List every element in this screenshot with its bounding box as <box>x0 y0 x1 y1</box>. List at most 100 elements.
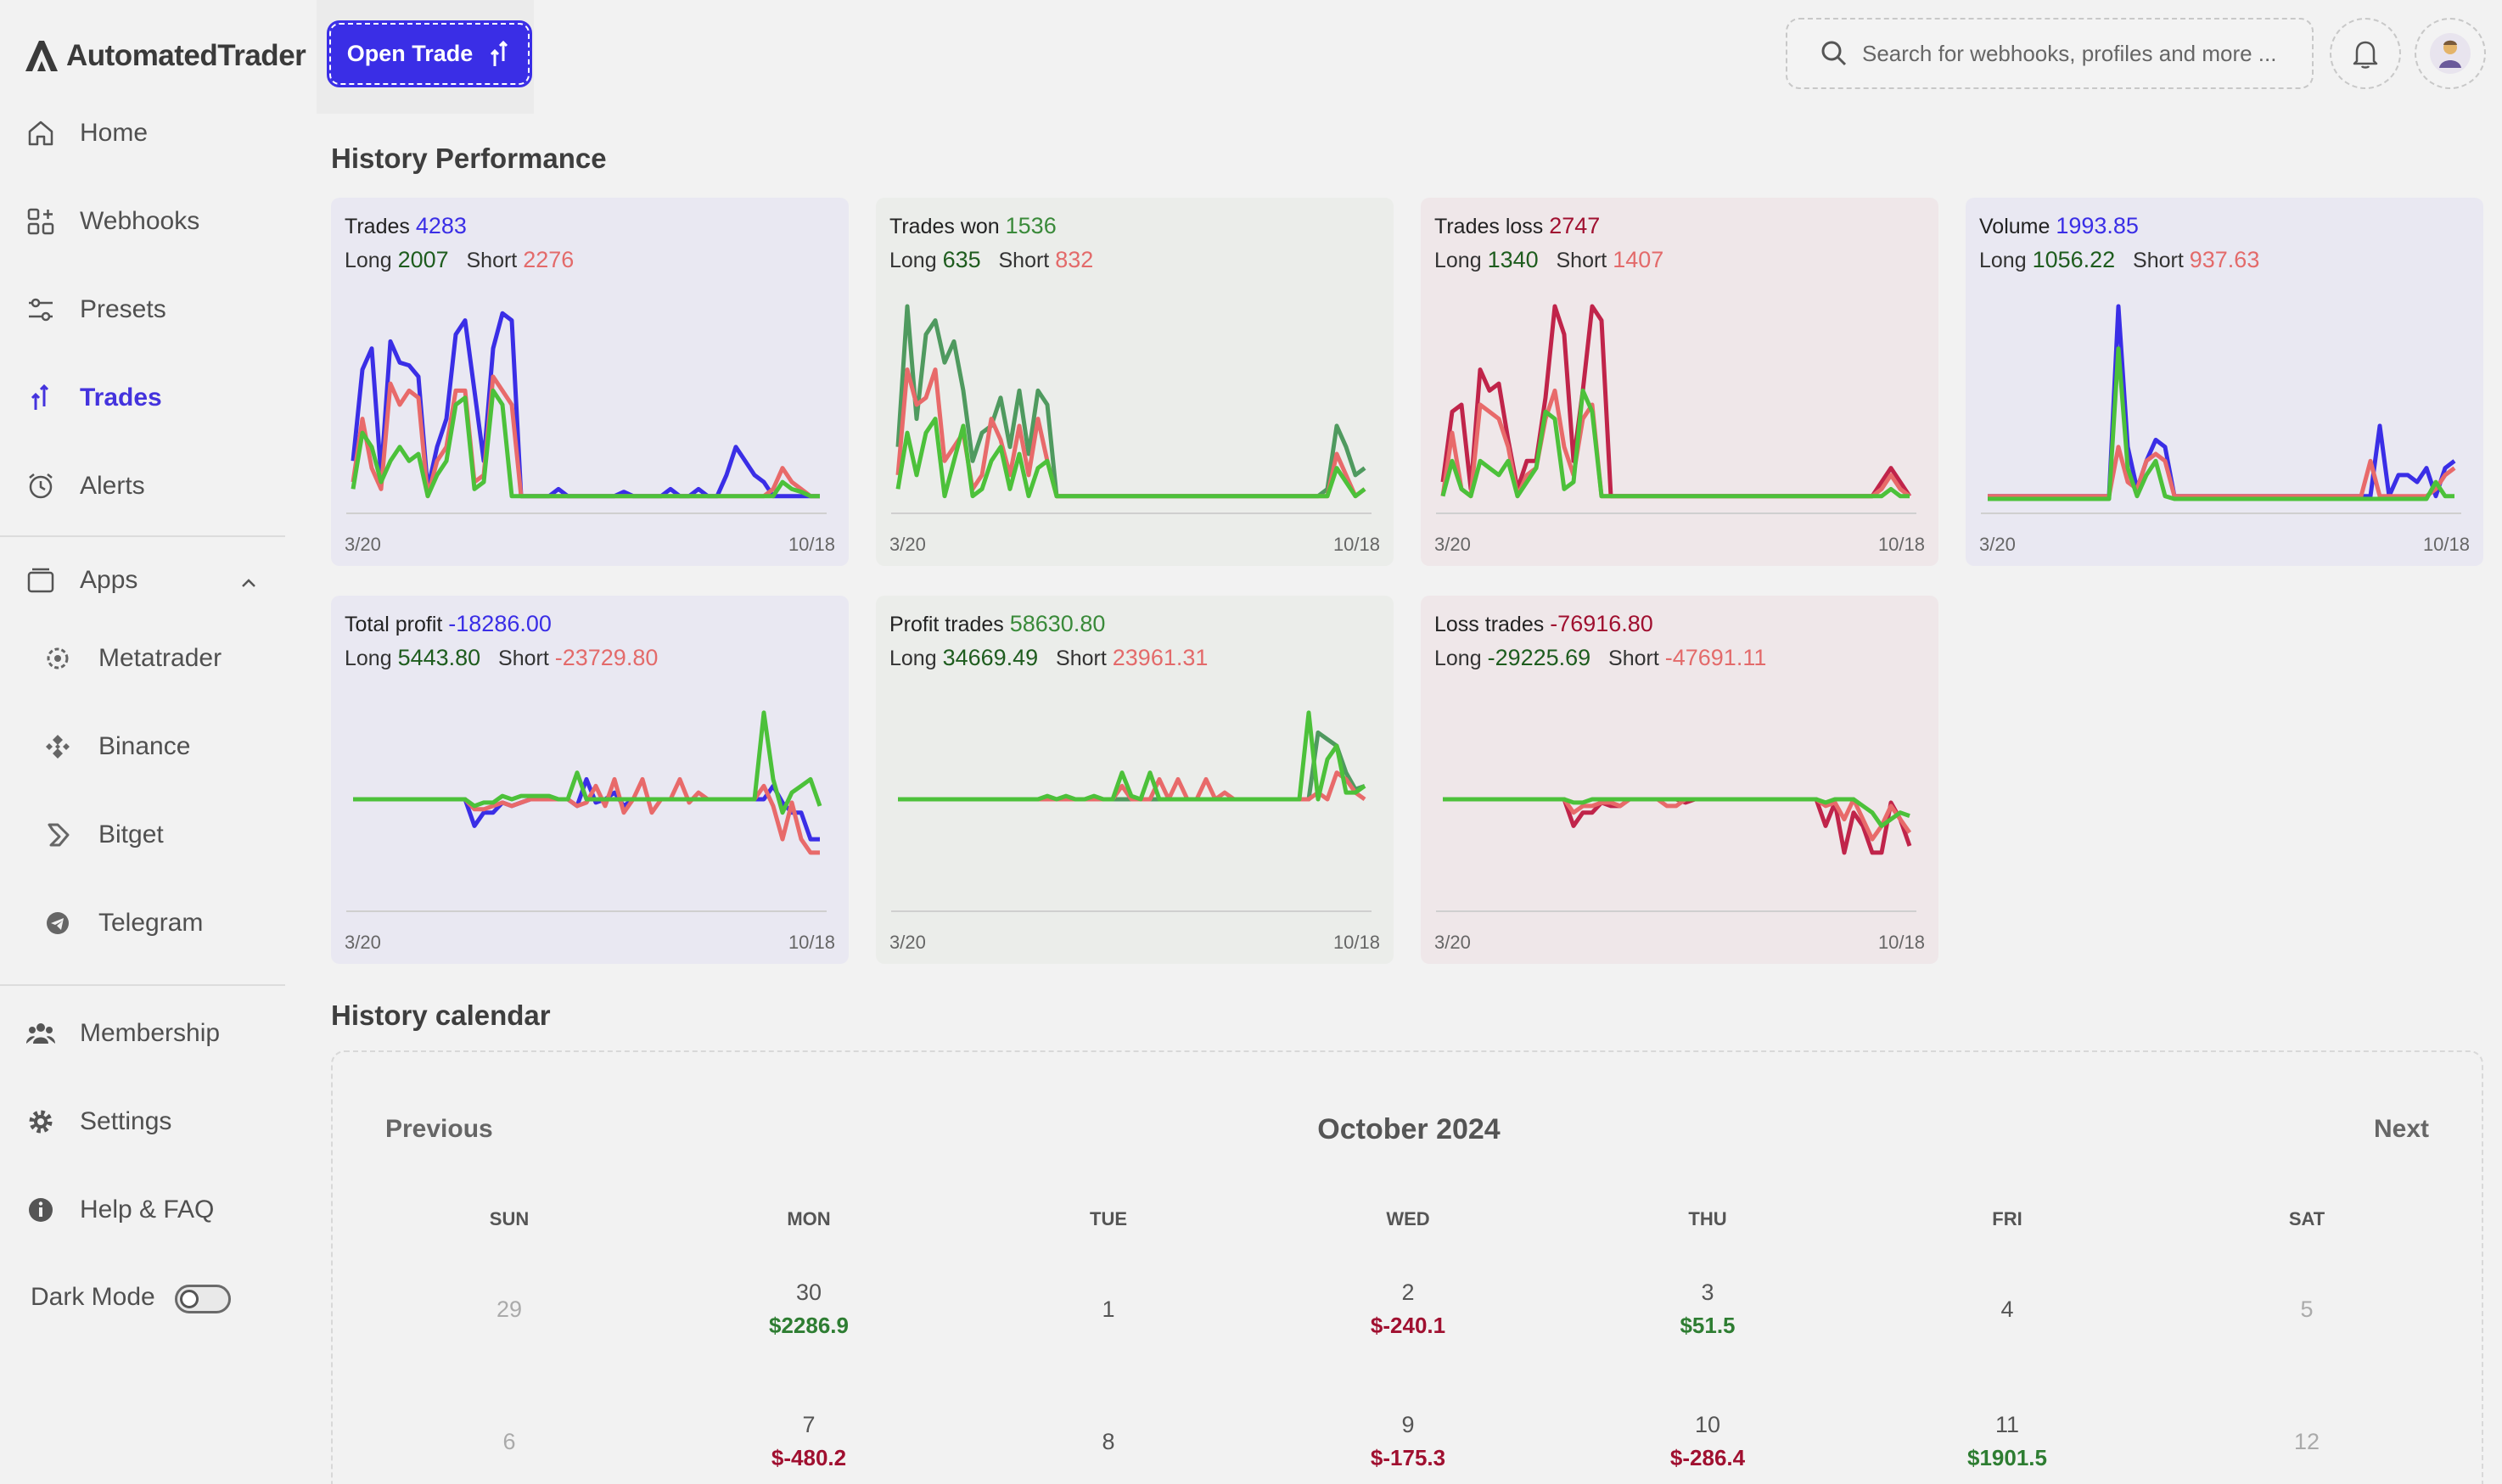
sidebar-item-label: Telegram <box>98 909 204 937</box>
sidebar-item-settings[interactable]: Settings <box>25 1106 171 1137</box>
short-label: Short <box>1608 647 1659 670</box>
calendar-day[interactable]: 6 <box>424 1429 594 1455</box>
calendar-day[interactable]: 30 $2286.9 <box>724 1280 894 1339</box>
calendar-day-number: 12 <box>2293 1429 2320 1454</box>
sidebar-item-membership[interactable]: Membership <box>25 1018 220 1049</box>
performance-card: Trades loss 2747 Long 1340 Short 1407 3/20… <box>1421 198 1938 566</box>
sidebar-app-metatrader[interactable]: Metatrader <box>42 643 222 674</box>
home-icon <box>28 120 53 146</box>
weekday-header: WED <box>1386 1208 1430 1229</box>
notifications-button[interactable] <box>2330 18 2401 89</box>
open-trade-button[interactable]: Open Trade <box>327 20 532 87</box>
calendar-day-profit: $-480.2 <box>771 1445 847 1470</box>
sidebar-apps-toggle[interactable]: Apps <box>25 565 137 596</box>
card-title-label: Volume <box>1979 215 2056 238</box>
sidebar-item-label: Metatrader <box>98 644 222 672</box>
calendar-day[interactable]: 9 $-175.3 <box>1323 1412 1493 1471</box>
x-axis-start-label: 3/20 <box>1434 932 1471 953</box>
card-title: Trades 4283 <box>345 213 467 239</box>
calendar-day[interactable]: 4 <box>1922 1296 2092 1323</box>
calendar-day[interactable]: 7 $-480.2 <box>724 1412 894 1471</box>
sidebar-item-label: Settings <box>80 1107 172 1135</box>
weekday-header: SUN <box>489 1208 530 1229</box>
sliders-icon <box>29 298 53 322</box>
series-line-2 <box>898 710 1366 802</box>
chevron-up-icon[interactable] <box>238 572 260 594</box>
calendar-next-button[interactable]: Next <box>2374 1115 2429 1144</box>
calendar-day[interactable]: 3 $51.5 <box>1623 1280 1792 1339</box>
long-value: 5443.80 <box>397 645 481 670</box>
short-value: -47691.11 <box>1664 645 1767 670</box>
card-title: Profit trades 58630.80 <box>889 611 1105 637</box>
performance-card: Profit trades 58630.80 Long 34669.49 Shor… <box>876 596 1394 964</box>
sidebar-item-home[interactable]: Home <box>25 118 148 148</box>
calendar-day[interactable]: 2 $-240.1 <box>1323 1280 1493 1339</box>
sidebar-item-label: Webhooks <box>80 207 200 235</box>
calendar-day[interactable]: 10 $-286.4 <box>1623 1412 1792 1471</box>
x-axis-end-label: 10/18 <box>788 534 835 555</box>
series-line-2 <box>1440 388 1910 499</box>
bitget-icon <box>48 823 70 847</box>
sidebar-app-telegram[interactable]: Telegram <box>42 908 203 938</box>
card-title: Trades won 1536 <box>889 213 1057 239</box>
card-total-value: -76916.80 <box>1550 611 1653 636</box>
calendar-day[interactable]: 12 <box>2222 1429 2392 1455</box>
app-logo[interactable]: AutomatedTrader <box>22 37 306 75</box>
calendar-day[interactable]: 1 <box>1024 1296 1193 1323</box>
weekday-header: SAT <box>2288 1208 2325 1229</box>
calendar-day[interactable]: 8 <box>1024 1429 1193 1455</box>
long-label: Long <box>345 647 392 670</box>
long-label: Long <box>345 249 392 272</box>
card-breakdown: Long 34669.49 Short 23961.31 <box>889 645 1208 671</box>
card-breakdown: Long 635 Short 832 <box>889 247 1093 273</box>
card-title-label: Trades won <box>889 215 1006 238</box>
dark-mode-toggle[interactable] <box>175 1285 231 1313</box>
card-title: Total profit -18286.00 <box>345 611 552 637</box>
sidebar-item-webhooks[interactable]: Webhooks <box>25 206 199 237</box>
calendar-day[interactable]: 29 <box>424 1296 594 1323</box>
search-box[interactable] <box>1786 18 2314 89</box>
card-title-label: Trades loss <box>1434 215 1550 238</box>
sidebar: AutomatedTrader Home Webhooks Presets Tr… <box>0 0 317 1484</box>
card-title: Trades loss 2747 <box>1434 213 1600 239</box>
long-value: -29225.69 <box>1487 645 1591 670</box>
sidebar-item-trades[interactable]: Trades <box>25 383 162 413</box>
binance-icon <box>46 735 70 759</box>
folder-icon <box>27 568 54 593</box>
metatrader-icon <box>47 647 69 669</box>
toggle-knob <box>180 1290 199 1308</box>
search-input[interactable] <box>1862 40 2303 67</box>
performance-card: Trades won 1536 Long 635 Short 832 3/20 10/… <box>876 198 1394 566</box>
x-axis-start-label: 3/20 <box>1434 534 1471 555</box>
sidebar-item-help[interactable]: Help & FAQ <box>25 1195 214 1225</box>
card-total-value: 4283 <box>415 213 467 238</box>
history-calendar-title: History calendar <box>331 1000 551 1031</box>
sidebar-item-label: Binance <box>98 732 191 760</box>
long-value: 2007 <box>397 247 449 272</box>
short-label: Short <box>1056 647 1107 670</box>
card-breakdown: Long 1340 Short 1407 <box>1434 247 1663 273</box>
dark-mode-text: Dark Mode <box>31 1283 155 1311</box>
open-trade-label: Open Trade <box>346 41 474 66</box>
calendar-day[interactable]: 11 $1901.5 <box>1922 1412 2092 1471</box>
avatar-button[interactable] <box>2415 18 2486 89</box>
long-label: Long <box>1979 249 2027 272</box>
calendar-day-number: 7 <box>802 1412 816 1437</box>
sidebar-app-binance[interactable]: Binance <box>42 731 190 762</box>
sidebar-app-bitget[interactable]: Bitget <box>42 820 164 850</box>
sidebar-item-presets[interactable]: Presets <box>25 294 166 325</box>
sidebar-item-alerts[interactable]: Alerts <box>25 471 145 501</box>
sidebar-apps-label: Apps <box>80 566 138 594</box>
sidebar-item-label: Trades <box>80 384 162 412</box>
logo-icon <box>25 41 58 71</box>
weekday-header: TUE <box>1090 1208 1127 1229</box>
calendar-day-number: 1 <box>1102 1296 1115 1322</box>
calendar-day[interactable]: 5 <box>2222 1296 2392 1323</box>
card-total-value: 2747 <box>1549 213 1601 238</box>
calendar-day-number: 4 <box>2000 1296 2014 1322</box>
x-axis-end-label: 10/18 <box>1332 534 1380 555</box>
long-label: Long <box>889 647 937 670</box>
bell-icon <box>2353 41 2378 69</box>
performance-card: Volume 1993.85 Long 1056.22 Short 937.63 3… <box>1966 198 2483 566</box>
users-icon <box>26 1023 55 1044</box>
